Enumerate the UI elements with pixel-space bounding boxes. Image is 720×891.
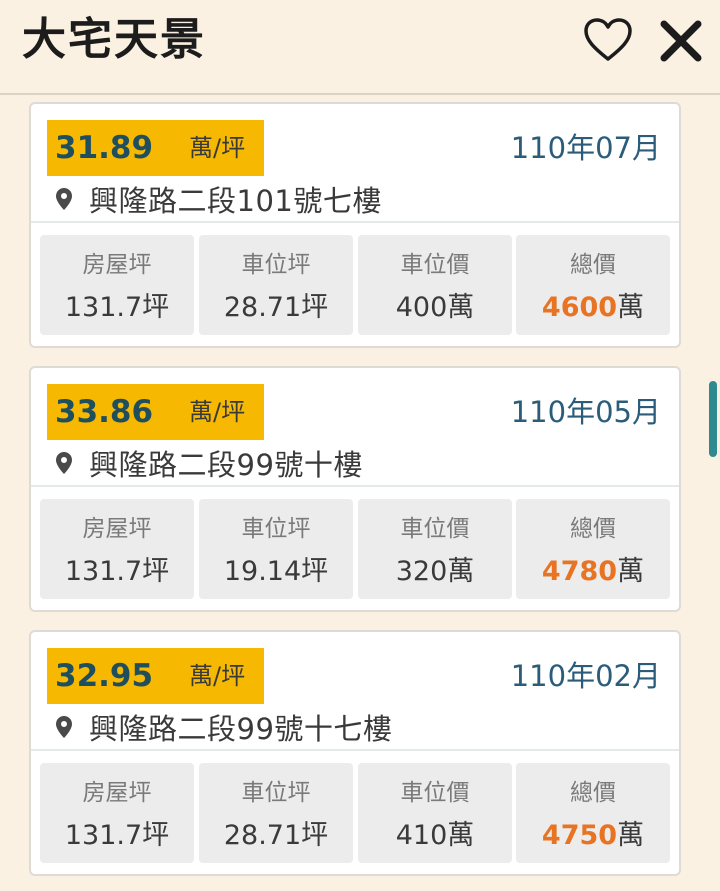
- stat-label: 車位價: [400, 252, 470, 278]
- close-button[interactable]: [656, 16, 706, 66]
- stat-value: 131.7坪: [64, 556, 170, 587]
- address-row: 興隆路二段99號十樓: [55, 440, 363, 486]
- unit-price-unit: 萬/坪: [189, 662, 246, 690]
- stat-label: 總價: [570, 252, 616, 278]
- stat-parking-area: 車位坪 19.14坪: [199, 499, 353, 599]
- stat-value: 4780萬: [541, 556, 645, 587]
- transaction-card[interactable]: 33.86 萬/坪 110年05月 興隆路二段99號十樓 房屋坪 131.7坪 …: [29, 366, 681, 612]
- unit-price-value: 33.86: [55, 394, 154, 430]
- transaction-list[interactable]: 31.89 萬/坪 110年07月 興隆路二段101號七樓 房屋坪 131.7坪…: [0, 95, 720, 891]
- heart-outline-icon: [584, 18, 632, 61]
- stat-label: 車位坪: [241, 516, 311, 542]
- address-text: 興隆路二段99號十樓: [89, 448, 363, 482]
- stat-value: 4750萬: [541, 820, 645, 851]
- stat-value: 320萬: [395, 556, 475, 587]
- stat-label: 車位坪: [241, 252, 311, 278]
- stat-value: 28.71坪: [223, 292, 329, 323]
- transaction-date: 110年02月: [510, 659, 661, 693]
- stat-label: 車位價: [400, 516, 470, 542]
- stat-label: 總價: [570, 516, 616, 542]
- favorite-button[interactable]: [582, 16, 634, 64]
- card-divider: [31, 221, 679, 223]
- scrollbar-thumb[interactable]: [709, 381, 717, 457]
- stat-label: 車位坪: [241, 780, 311, 806]
- transaction-card[interactable]: 31.89 萬/坪 110年07月 興隆路二段101號七樓 房屋坪 131.7坪…: [29, 102, 681, 348]
- stat-value: 131.7坪: [64, 820, 170, 851]
- card-divider: [31, 749, 679, 751]
- address-row: 興隆路二段101號七樓: [55, 176, 382, 222]
- address-row: 興隆路二段99號十七樓: [55, 704, 392, 750]
- map-pin-icon: [56, 716, 72, 738]
- transaction-card[interactable]: 32.95 萬/坪 110年02月 興隆路二段99號十七樓 房屋坪 131.7坪…: [29, 630, 681, 876]
- stat-label: 房屋坪: [82, 516, 152, 542]
- transaction-date: 110年07月: [510, 131, 661, 165]
- stat-label: 房屋坪: [82, 252, 152, 278]
- address-text: 興隆路二段101號七樓: [89, 184, 382, 218]
- close-icon: [660, 20, 702, 62]
- unit-price-tag: 32.95 萬/坪: [47, 648, 264, 704]
- unit-price-tag: 31.89 萬/坪: [47, 120, 264, 176]
- stat-value: 131.7坪: [64, 292, 170, 323]
- stat-value: 28.71坪: [223, 820, 329, 851]
- address-text: 興隆路二段99號十七樓: [89, 712, 393, 746]
- unit-price-value: 32.95: [55, 658, 154, 694]
- map-pin-icon: [56, 188, 72, 210]
- stat-total-price: 總價 4780萬: [516, 499, 670, 599]
- stat-total-price: 總價 4600萬: [516, 235, 670, 335]
- stat-value: 400萬: [395, 292, 475, 323]
- stat-parking-price: 車位價 400萬: [358, 235, 512, 335]
- app-header: 大宅天景: [0, 0, 720, 95]
- stat-parking-price: 車位價 320萬: [358, 499, 512, 599]
- stat-building-area: 房屋坪 131.7坪: [40, 235, 194, 335]
- stat-value: 4600萬: [541, 292, 645, 323]
- unit-price-unit: 萬/坪: [189, 134, 246, 162]
- stat-label: 總價: [570, 780, 616, 806]
- stat-value: 19.14坪: [223, 556, 329, 587]
- stat-value: 410萬: [395, 820, 475, 851]
- map-pin-icon: [56, 452, 72, 474]
- transaction-date: 110年05月: [510, 395, 661, 429]
- unit-price-unit: 萬/坪: [189, 398, 246, 426]
- stat-building-area: 房屋坪 131.7坪: [40, 763, 194, 863]
- stat-parking-area: 車位坪 28.71坪: [199, 235, 353, 335]
- stat-label: 房屋坪: [82, 780, 152, 806]
- page-title: 大宅天景: [22, 14, 206, 65]
- unit-price-value: 31.89: [55, 130, 154, 166]
- card-divider: [31, 485, 679, 487]
- stat-building-area: 房屋坪 131.7坪: [40, 499, 194, 599]
- stat-label: 車位價: [400, 780, 470, 806]
- stat-parking-area: 車位坪 28.71坪: [199, 763, 353, 863]
- unit-price-tag: 33.86 萬/坪: [47, 384, 264, 440]
- stat-parking-price: 車位價 410萬: [358, 763, 512, 863]
- stat-total-price: 總價 4750萬: [516, 763, 670, 863]
